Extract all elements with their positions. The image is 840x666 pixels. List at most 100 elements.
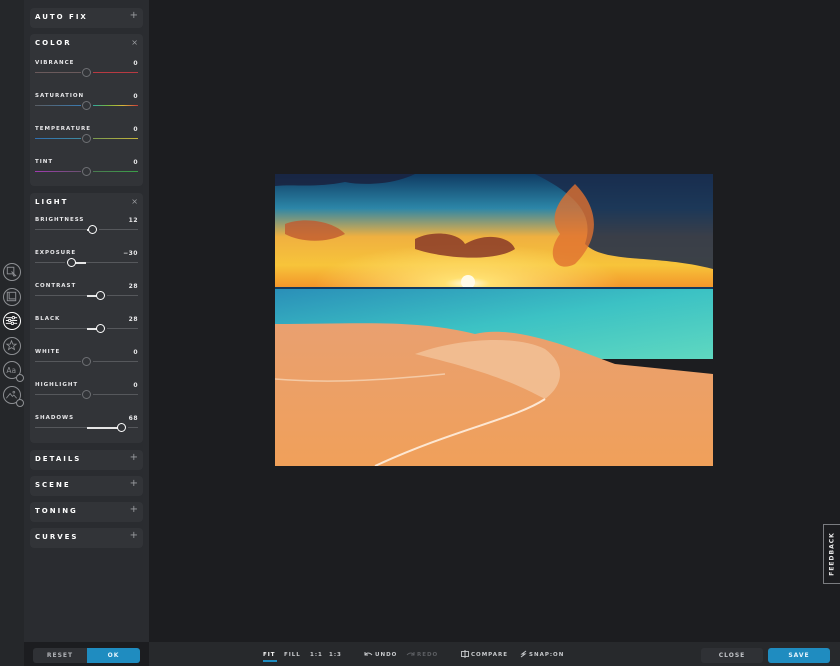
white-slider[interactable]: WHITE 0 [35,349,138,379]
slider-value: 28 [128,316,138,323]
zoom-1-1-button[interactable]: 1:1 [310,642,323,666]
section-toning[interactable]: TONING + [30,502,143,522]
slider-track-right[interactable] [106,328,138,329]
slider-knob[interactable] [82,134,91,143]
slider-track-left[interactable] [35,138,81,139]
brightness-slider[interactable]: BRIGHTNESS 12 [35,217,138,247]
slider-track-left[interactable] [35,72,81,73]
section-header[interactable]: COLOR × [35,34,138,53]
section-header[interactable]: DETAILS + [35,450,138,469]
zoom-fit-button[interactable]: FIT [263,642,276,666]
add-text-icon[interactable]: Aa [3,361,24,382]
section-title: COLOR [35,39,72,47]
slider-track-left[interactable] [35,262,66,263]
slider-label: WHITE [35,349,61,355]
section-header[interactable]: CURVES + [35,528,138,547]
adjust-sliders-icon[interactable] [3,312,21,330]
slider-label: EXPOSURE [35,250,77,256]
snap-toggle[interactable]: SNAP:ON [520,642,564,666]
redo-button[interactable]: REDO [406,642,438,666]
slider-track-left[interactable] [35,229,87,230]
slider-knob[interactable] [117,423,127,432]
contrast-slider[interactable]: CONTRAST 28 [35,283,138,313]
highlight-slider[interactable]: HIGHLIGHT 0 [35,382,138,412]
temperature-slider[interactable]: TEMPERATURE 0 [35,126,138,156]
slider-knob[interactable] [82,68,91,77]
slider-label: SATURATION [35,93,85,99]
slider-value: 0 [133,349,138,356]
expand-icon[interactable]: + [130,453,138,463]
reset-button[interactable]: RESET [33,648,87,663]
slider-track-right[interactable] [106,295,138,296]
adjustments-panel: AUTO FIX + COLOR × VIBRANCE 0 SATURATION… [24,0,149,642]
expand-icon[interactable]: + [130,479,138,489]
section-header[interactable]: AUTO FIX + [35,8,138,27]
slider-track-right[interactable] [92,394,138,395]
slider-value: 0 [133,159,138,166]
slider-label: HIGHLIGHT [35,382,79,388]
compare-icon [461,649,469,658]
expand-icon[interactable]: + [130,505,138,515]
slider-track-left[interactable] [35,394,81,395]
save-button[interactable]: SAVE [768,648,830,663]
slider-knob[interactable] [88,225,98,234]
zoom-fill-button[interactable]: FILL [284,642,301,666]
slider-track-right[interactable] [92,72,138,73]
slider-track-right[interactable] [92,105,138,106]
section-auto-fix[interactable]: AUTO FIX + [30,8,143,28]
slider-track-right[interactable] [127,427,138,428]
undo-button[interactable]: UNDO [364,642,397,666]
slider-knob[interactable] [82,390,91,399]
section-header[interactable]: SCENE + [35,476,138,495]
section-header[interactable]: LIGHT × [35,193,138,212]
slider-label: VIBRANCE [35,60,75,66]
section-title: SCENE [35,481,71,489]
collapse-icon[interactable]: × [131,197,138,207]
slider-knob[interactable] [82,167,91,176]
slider-track-right[interactable] [92,361,138,362]
svg-text:Aa: Aa [6,366,16,375]
redo-label: REDO [417,652,439,658]
slider-label: TEMPERATURE [35,126,92,132]
touch-select-icon[interactable] [3,263,21,281]
expand-icon[interactable]: + [130,531,138,541]
add-image-icon[interactable] [3,386,24,407]
slider-track-right[interactable] [92,138,138,139]
slider-track-right[interactable] [98,229,138,230]
black-slider[interactable]: BLACK 28 [35,316,138,346]
slider-value: 68 [128,415,138,422]
slider-knob[interactable] [96,324,106,333]
crop-frame-icon[interactable] [3,288,21,306]
feedback-label: FEEDBACK [828,532,836,576]
tint-slider[interactable]: TINT 0 [35,159,138,189]
slider-track-left[interactable] [35,105,81,106]
section-title: DETAILS [35,455,82,463]
star-sticker-icon[interactable] [3,337,21,355]
slider-track-left[interactable] [35,171,81,172]
slider-track-left[interactable] [35,361,81,362]
zoom-1-3-button[interactable]: 1:3 [329,642,342,666]
slider-knob[interactable] [96,291,106,300]
expand-icon[interactable]: + [130,11,138,21]
slider-knob[interactable] [82,101,91,110]
section-scene[interactable]: SCENE + [30,476,143,496]
section-details[interactable]: DETAILS + [30,450,143,470]
saturation-slider[interactable]: SATURATION 0 [35,93,138,123]
compare-button[interactable]: COMPARE [461,642,508,666]
slider-value: 0 [133,126,138,133]
close-button[interactable]: CLOSE [701,648,763,663]
slider-track-right[interactable] [92,171,138,172]
shadows-slider[interactable]: SHADOWS 68 [35,415,138,445]
photo-editor: Aa AUTO FIX + COLOR × VIBRANCE 0 SATURAT… [0,0,840,666]
section-header[interactable]: TONING + [35,502,138,521]
collapse-icon[interactable]: × [131,38,138,48]
vibrance-slider[interactable]: VIBRANCE 0 [35,60,138,90]
slider-knob[interactable] [66,258,76,267]
ok-button[interactable]: OK [87,648,140,663]
slider-knob[interactable] [82,357,91,366]
edited-photo[interactable] [275,174,713,466]
snap-label: SNAP:ON [529,652,565,658]
feedback-tab[interactable]: FEEDBACK [823,524,840,584]
section-curves[interactable]: CURVES + [30,528,143,548]
exposure-slider[interactable]: EXPOSURE −30 [35,250,138,280]
